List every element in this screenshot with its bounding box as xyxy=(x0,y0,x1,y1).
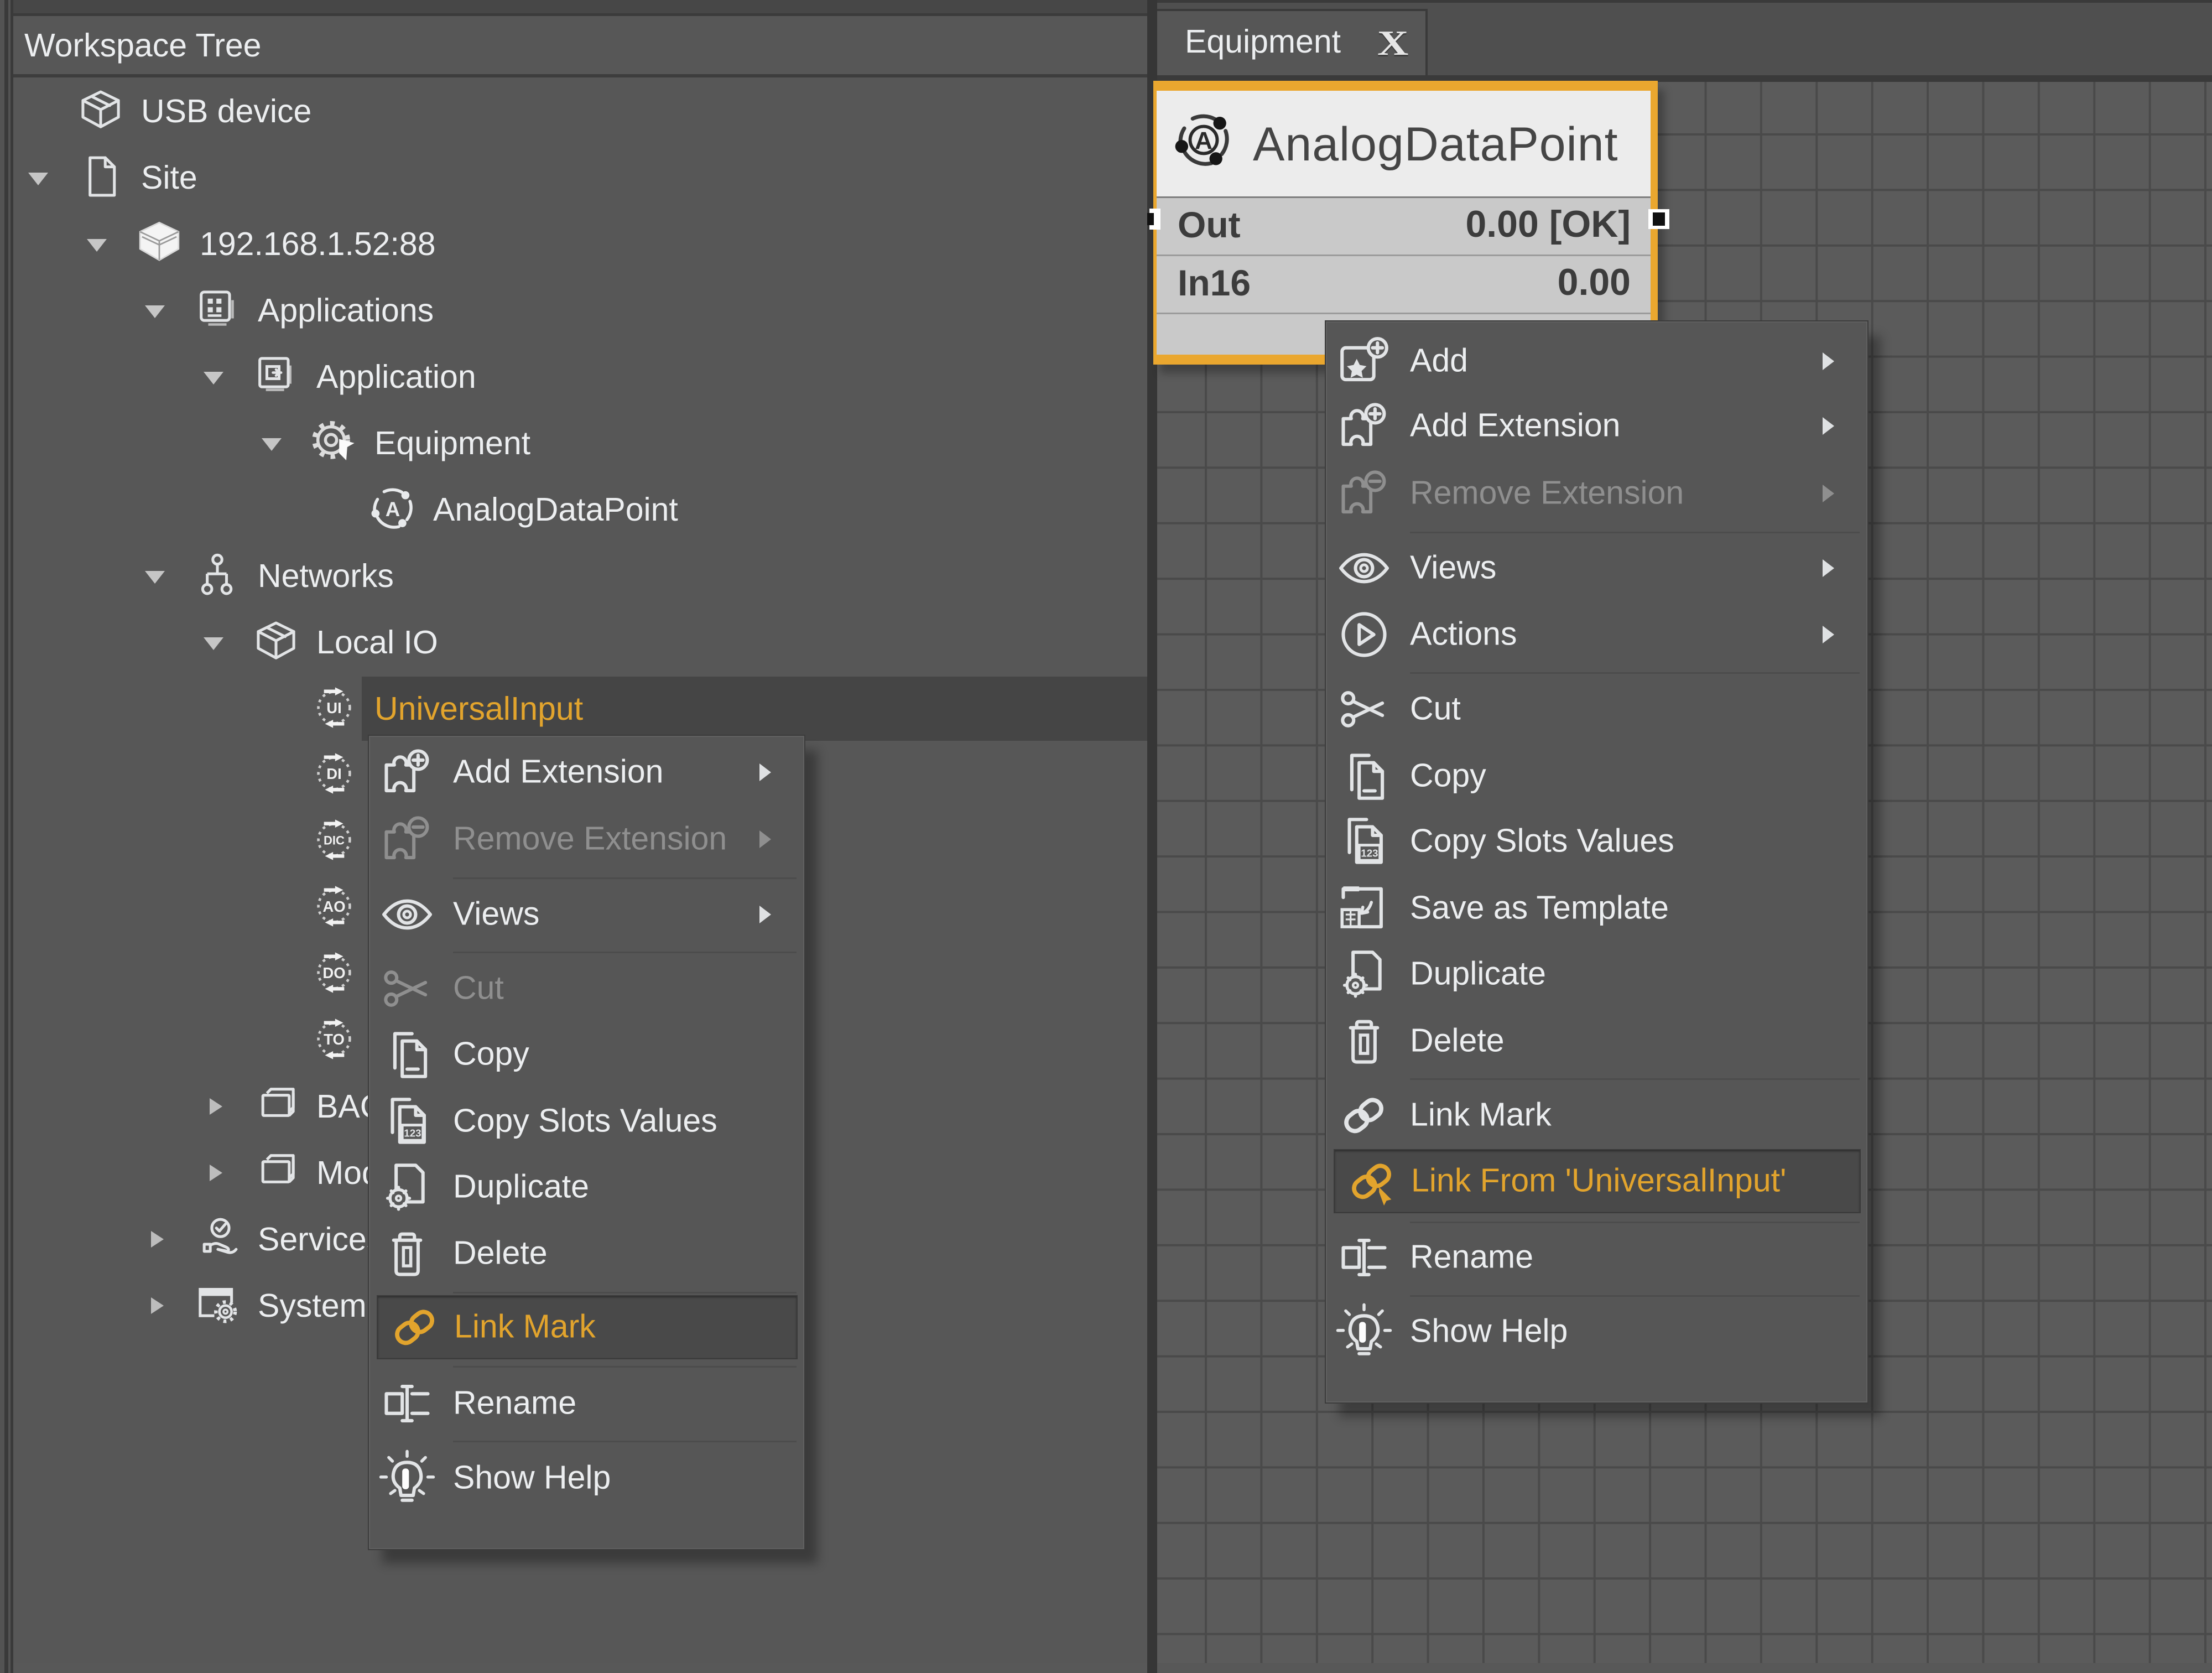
svg-text:A: A xyxy=(386,498,400,521)
svg-text:DO: DO xyxy=(322,964,345,981)
svg-text:DIC: DIC xyxy=(324,833,345,847)
svg-text:UI: UI xyxy=(326,699,342,716)
svg-text:AO: AO xyxy=(322,898,345,915)
svg-text:123: 123 xyxy=(1361,848,1378,859)
svg-text:123: 123 xyxy=(404,1128,421,1139)
svg-text:TO: TO xyxy=(324,1031,345,1048)
svg-text:DI: DI xyxy=(326,765,342,782)
